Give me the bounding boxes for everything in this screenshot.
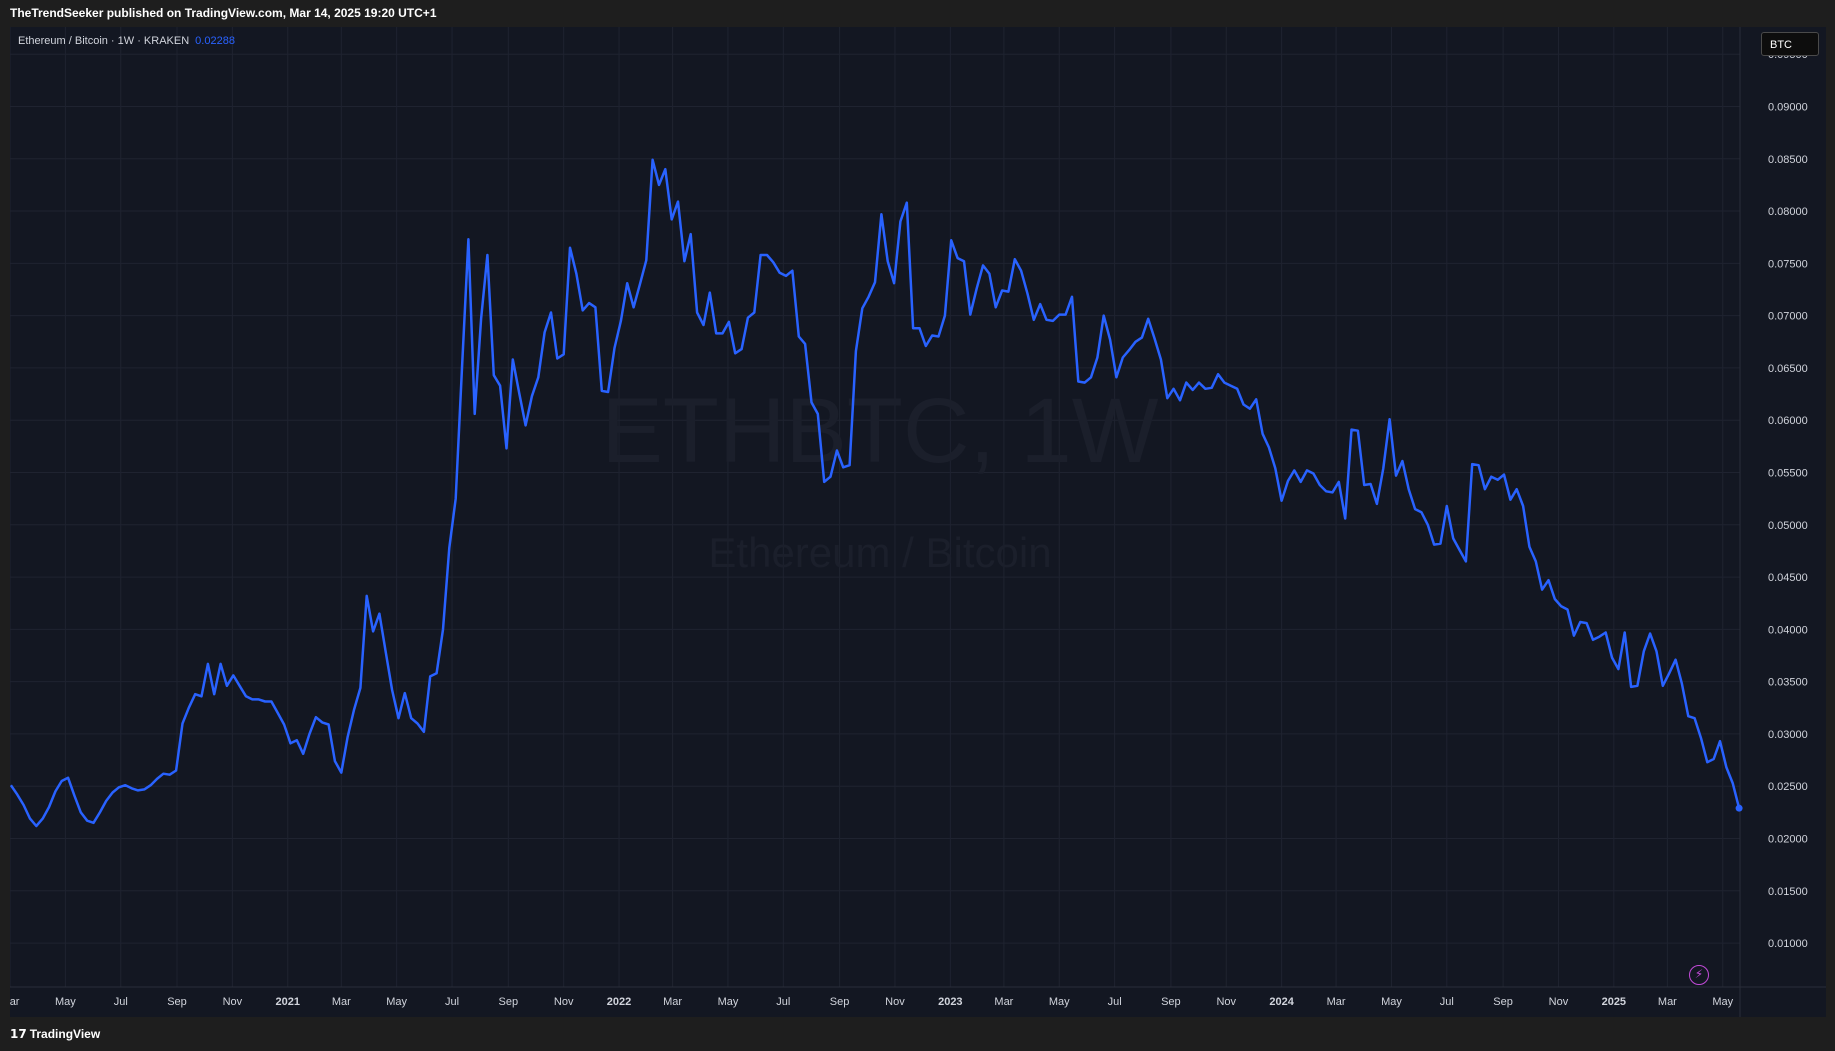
x-tick-label: Mar [994,996,1013,1008]
y-tick-label: 0.01500 [1768,886,1808,898]
x-tick-label: May [718,996,739,1008]
x-tick-label: Jul [445,996,459,1008]
publish-header: TheTrendSeeker published on TradingView.… [0,0,1835,27]
brand-name: TradingView [29,1027,101,1041]
price-chart[interactable]: 0.095000.090000.085000.080000.075000.070… [10,27,1826,1017]
x-tick-label: May [1381,996,1402,1008]
x-tick-label: Mar [1658,996,1677,1008]
y-tick-label: 0.02500 [1768,781,1808,793]
x-tick-label: Mar [663,996,682,1008]
y-tick-label: 0.06500 [1768,363,1808,375]
watermark-symbol: ETHBTC, 1W [601,380,1158,482]
y-tick-label: 0.02000 [1768,834,1808,846]
x-tick-label: Jul [114,996,128,1008]
y-tick-label: 0.04000 [1768,624,1808,636]
y-tick-label: 0.06000 [1768,415,1808,427]
x-tick-label: Sep [499,996,519,1008]
chart-area[interactable]: 0.095000.090000.085000.080000.075000.070… [10,27,1826,1017]
y-tick-label: 0.05500 [1768,467,1808,479]
x-tick-label: 2023 [938,996,962,1008]
y-tick-label: 0.03000 [1768,729,1808,741]
x-tick-label: Nov [223,996,243,1008]
tv-logo-glyph: 17 [10,1027,27,1041]
price-line [10,158,1741,828]
x-tick-label: May [386,996,407,1008]
publish-info: TheTrendSeeker published on TradingView.… [10,6,437,20]
y-tick-label: 0.07500 [1768,258,1808,270]
x-tick-label: Sep [167,996,187,1008]
x-tick-label: Sep [1161,996,1181,1008]
x-tick-label: Mar [10,996,20,1008]
x-tick-label: 2025 [1602,996,1626,1008]
y-tick-label: 0.08000 [1768,206,1808,218]
x-tick-label: Mar [332,996,351,1008]
x-tick-label: Jul [776,996,790,1008]
x-tick-label: May [1712,996,1733,1008]
lightning-icon[interactable]: ⚡ [1689,965,1709,985]
x-tick-label: Jul [1440,996,1454,1008]
y-tick-label: 0.07000 [1768,311,1808,323]
x-tick-label: May [1049,996,1070,1008]
x-tick-label: Nov [554,996,574,1008]
y-tick-label: 0.09000 [1768,101,1808,113]
last-price-value: 0.02288 [195,35,235,47]
x-tick-label: Mar [1327,996,1346,1008]
x-tick-label: Nov [885,996,905,1008]
x-tick-label: Nov [1216,996,1236,1008]
x-tick-label: Sep [830,996,850,1008]
x-tick-label: 2024 [1269,996,1294,1008]
chart-legend[interactable]: Ethereum / Bitcoin · 1W · KRAKEN 0.02288 [18,35,235,47]
x-tick-label: May [55,996,76,1008]
y-tick-label: 0.03500 [1768,677,1808,689]
currency-badge[interactable]: BTC [1761,32,1819,56]
watermark-description: Ethereum / Bitcoin [708,529,1051,576]
x-tick-label: Sep [1493,996,1513,1008]
y-tick-label: 0.08500 [1768,154,1808,166]
symbol-description: Ethereum / Bitcoin · 1W · KRAKEN [18,35,190,47]
x-tick-label: 2021 [276,996,300,1008]
y-tick-label: 0.01000 [1768,938,1808,950]
y-tick-label: 0.05000 [1768,520,1808,532]
x-tick-label: Nov [1549,996,1569,1008]
last-price-marker [1735,804,1743,812]
footer-bar: 17 TradingView [0,1017,1835,1051]
x-tick-label: 2022 [607,996,631,1008]
x-tick-label: Jul [1108,996,1122,1008]
tradingview-logo[interactable]: 17 TradingView [10,1027,100,1041]
y-tick-label: 0.04500 [1768,572,1808,584]
